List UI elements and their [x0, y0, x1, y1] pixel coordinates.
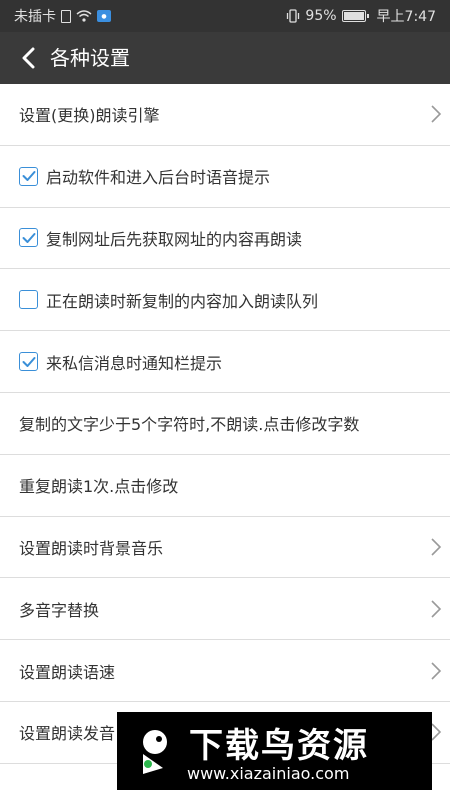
sim-card-icon	[61, 9, 71, 23]
checkbox-checked[interactable]	[19, 228, 38, 248]
vibrate-icon	[287, 9, 300, 23]
chevron-right-icon	[431, 105, 442, 123]
status-right: 95% 早上7:47	[286, 0, 436, 32]
settings-row-label: 多音字替换	[19, 600, 100, 620]
chevron-right-icon	[431, 538, 442, 556]
carrier-text: 未插卡	[14, 9, 56, 25]
settings-row-label: 重复朗读1次.点击修改	[19, 477, 179, 497]
battery-icon	[341, 10, 369, 22]
notification-app-icon: ●	[97, 10, 111, 22]
settings-row-label: 设置朗读发音	[19, 724, 116, 744]
settings-list: 设置(更换)朗读引擎启动软件和进入后台时语音提示复制网址后先获取网址的内容再朗读…	[0, 84, 450, 764]
chevron-right-icon	[431, 661, 442, 680]
clock-time: 早上7:47	[376, 9, 436, 25]
app-toolbar: 各种设置	[0, 32, 450, 84]
settings-row[interactable]: 设置朗读语速	[0, 640, 450, 702]
checkbox-unchecked[interactable]	[19, 290, 38, 310]
settings-row[interactable]: 设置朗读时背景音乐	[0, 516, 450, 579]
watermark-url: www.xiazainiao.com	[187, 764, 350, 783]
settings-row-label: 设置(更换)朗读引擎	[19, 106, 160, 126]
settings-row[interactable]: 重复朗读1次.点击修改	[0, 454, 450, 517]
checkbox-checked[interactable]	[19, 352, 38, 372]
settings-row-label: 设置朗读语速	[19, 662, 116, 682]
bird-logo-icon	[143, 730, 167, 774]
page-title: 各种设置	[50, 46, 130, 70]
settings-row-label: 来私信消息时通知栏提示	[46, 353, 223, 373]
settings-row[interactable]: 启动软件和进入后台时语音提示	[0, 145, 450, 208]
checkbox-checked[interactable]	[19, 166, 38, 186]
settings-row[interactable]: 复制网址后先获取网址的内容再朗读	[0, 207, 450, 270]
settings-row[interactable]: 设置(更换)朗读引擎	[0, 84, 450, 146]
settings-row[interactable]: 来私信消息时通知栏提示	[0, 331, 450, 393]
settings-row-label: 复制的文字少于5个字符时,不朗读.点击修改字数	[19, 415, 360, 435]
settings-row[interactable]: 复制的文字少于5个字符时,不朗读.点击修改字数	[0, 392, 450, 455]
settings-row-label: 正在朗读时新复制的内容加入朗读队列	[46, 291, 319, 311]
status-bar: 未插卡 ● 95% 早上7:47	[0, 0, 450, 32]
settings-row-label: 复制网址后先获取网址的内容再朗读	[46, 229, 303, 249]
settings-row[interactable]: 正在朗读时新复制的内容加入朗读队列	[0, 269, 450, 332]
watermark-name: 下载鸟资源	[189, 726, 369, 766]
status-left: 未插卡 ●	[14, 0, 111, 32]
chevron-right-icon	[431, 600, 442, 618]
settings-row[interactable]: 多音字替换	[0, 578, 450, 641]
settings-row-label: 设置朗读时背景音乐	[19, 538, 164, 558]
back-arrow-icon[interactable]	[14, 44, 42, 72]
settings-row-label: 启动软件和进入后台时语音提示	[46, 168, 271, 188]
wifi-icon	[76, 10, 92, 22]
site-watermark: 下载鸟资源 www.xiazainiao.com	[117, 712, 432, 790]
battery-percent: 95%	[305, 8, 337, 24]
